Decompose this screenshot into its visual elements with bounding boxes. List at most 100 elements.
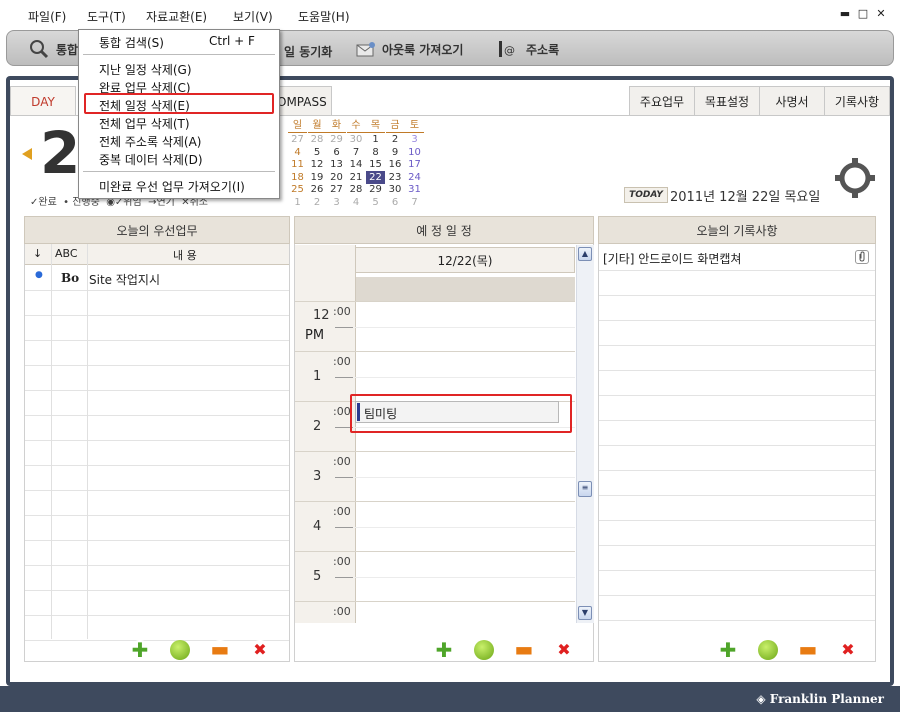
priority-mark-button[interactable] (170, 640, 190, 660)
toolbar-sync-button[interactable]: 일 동기화 (284, 43, 332, 60)
schedule-mark-button[interactable] (474, 640, 494, 660)
calendar-day[interactable]: 1 (366, 133, 385, 146)
tab-mission-statement[interactable]: 사명서 (759, 86, 825, 116)
search-icon[interactable] (28, 38, 50, 60)
calendar-day[interactable]: 18 (288, 171, 307, 184)
calendar-day[interactable]: 26 (308, 183, 327, 196)
calendar-day[interactable]: 27 (327, 183, 346, 196)
calendar-day[interactable]: 7 (405, 196, 424, 209)
toolbar-outlook-import-button[interactable]: 아웃룩 가져오기 (382, 41, 463, 58)
today-button[interactable]: TODAY (624, 187, 668, 203)
calendar-day[interactable]: 4 (347, 196, 366, 209)
records-delete-button[interactable]: ✖ (838, 640, 858, 660)
close-button[interactable]: ✕ (875, 8, 887, 20)
calendar-day[interactable]: 5 (366, 196, 385, 209)
calendar-day[interactable]: 2 (386, 133, 405, 146)
tab-key-tasks[interactable]: 주요업무 (629, 86, 695, 116)
menu-help[interactable]: 도움말(H) (298, 8, 350, 25)
calendar-day[interactable]: 28 (347, 183, 366, 196)
calendar-day[interactable]: 11 (288, 158, 307, 171)
priority-add-button[interactable]: ✚ (130, 640, 150, 660)
calendar-day[interactable]: 4 (288, 146, 307, 159)
task-status-dot[interactable]: ● (35, 270, 43, 280)
menu-item-integrated-search[interactable]: 통합 검색(S) (99, 34, 164, 51)
list-item[interactable]: [기타] 안드로이드 화면캡쳐 (599, 245, 875, 270)
calendar-day[interactable]: 29 (327, 133, 346, 146)
records-add-button[interactable]: ✚ (718, 640, 738, 660)
hour-row[interactable]: :00 12 PM (295, 301, 575, 352)
scroll-down-icon[interactable]: ▼ (578, 606, 592, 620)
calendar-day[interactable]: 2 (308, 196, 327, 209)
tab-day[interactable]: DAY (10, 86, 76, 116)
calendar-day[interactable]: 30 (347, 133, 366, 146)
calendar-day[interactable]: 21 (347, 171, 366, 184)
calendar-day[interactable]: 8 (366, 146, 385, 159)
schedule-scrollbar[interactable] (576, 245, 594, 623)
scroll-thumb[interactable]: ≡ (578, 481, 592, 497)
menu-tools[interactable]: 도구(T) (87, 8, 126, 25)
priority-delete-button[interactable]: ✖ (250, 640, 270, 660)
maximize-button[interactable]: □ (857, 8, 869, 20)
calendar-day[interactable]: 15 (366, 158, 385, 171)
calendar-day[interactable]: 3 (327, 196, 346, 209)
calendar-day[interactable]: 6 (386, 196, 405, 209)
menu-item-import-incomplete-tasks[interactable]: 미완료 우선 업무 가져오기(I) (99, 178, 245, 195)
column-content[interactable]: 내 용 (173, 247, 197, 263)
address-book-icon[interactable]: @ (496, 40, 516, 58)
menu-data-exchange[interactable]: 자료교환(E) (146, 8, 207, 25)
hour-row[interactable]: :00 3 (295, 451, 575, 502)
calendar-day[interactable]: 16 (386, 158, 405, 171)
previous-day-arrow-icon[interactable] (22, 148, 32, 160)
priority-remove-button[interactable]: ▬ (210, 639, 230, 660)
calendar-day[interactable]: 23 (386, 171, 405, 184)
calendar-day-selected[interactable]: 22 (366, 170, 385, 184)
column-status[interactable]: ↓ (33, 247, 42, 260)
menu-item-delete-past-schedules[interactable]: 지난 일정 삭제(G) (99, 61, 192, 78)
calendar-day[interactable]: 27 (288, 133, 307, 146)
calendar-day[interactable]: 24 (405, 171, 424, 184)
scroll-up-icon[interactable]: ▲ (578, 247, 592, 261)
calendar-day[interactable]: 17 (405, 158, 424, 171)
schedule-delete-button[interactable]: ✖ (554, 640, 574, 660)
calendar-day[interactable]: 13 (327, 158, 346, 171)
calendar-day[interactable]: 6 (327, 146, 346, 159)
toolbar-address-book-button[interactable]: 주소록 (526, 41, 559, 58)
menu-item-delete-duplicate-data[interactable]: 중복 데이터 삭제(D) (99, 151, 203, 168)
menu-item-delete-all-tasks[interactable]: 전체 업무 삭제(T) (99, 115, 190, 132)
calendar-day[interactable]: 7 (347, 146, 366, 159)
attachment-icon[interactable] (855, 250, 869, 264)
compass-icon[interactable] (835, 158, 875, 198)
calendar-day[interactable]: 19 (308, 171, 327, 184)
all-day-row[interactable] (356, 277, 575, 301)
calendar-day[interactable]: 1 (288, 196, 307, 209)
tab-goal-setting[interactable]: 목표설정 (694, 86, 760, 116)
calendar-day[interactable]: 25 (288, 183, 307, 196)
calendar-day[interactable]: 14 (347, 158, 366, 171)
hour-row[interactable]: :00 5 (295, 551, 575, 602)
outlook-icon[interactable] (355, 40, 377, 58)
tab-compass[interactable]: OMPASS (276, 86, 332, 116)
calendar-day[interactable]: 9 (386, 146, 405, 159)
schedule-add-button[interactable]: ✚ (434, 640, 454, 660)
calendar-day[interactable]: 12 (308, 158, 327, 171)
calendar-day[interactable]: 28 (308, 133, 327, 146)
calendar-day[interactable]: 3 (405, 133, 424, 146)
hour-row[interactable]: :00 (295, 601, 575, 623)
calendar-day[interactable]: 10 (405, 146, 424, 159)
schedule-remove-button[interactable]: ▬ (514, 639, 534, 660)
records-remove-button[interactable]: ▬ (798, 639, 818, 660)
records-mark-button[interactable] (758, 640, 778, 660)
minimize-button[interactable]: ▬ (839, 8, 851, 20)
menu-view[interactable]: 보기(V) (233, 8, 273, 25)
column-abc[interactable]: ABC (55, 247, 78, 260)
calendar-day[interactable]: 20 (327, 171, 346, 184)
hour-row[interactable]: :00 4 (295, 501, 575, 552)
menu-item-delete-all-addresses[interactable]: 전체 주소록 삭제(A) (99, 133, 201, 150)
menu-file[interactable]: 파일(F) (28, 8, 66, 25)
tab-records[interactable]: 기록사항 (824, 86, 890, 116)
calendar-day[interactable]: 5 (308, 146, 327, 159)
table-row[interactable]: ● Bo Site 작업지시 (25, 265, 289, 290)
toolbar-search-button[interactable]: 통합 (56, 41, 78, 58)
calendar-day[interactable]: 30 (386, 183, 405, 196)
calendar-day[interactable]: 31 (405, 183, 424, 196)
